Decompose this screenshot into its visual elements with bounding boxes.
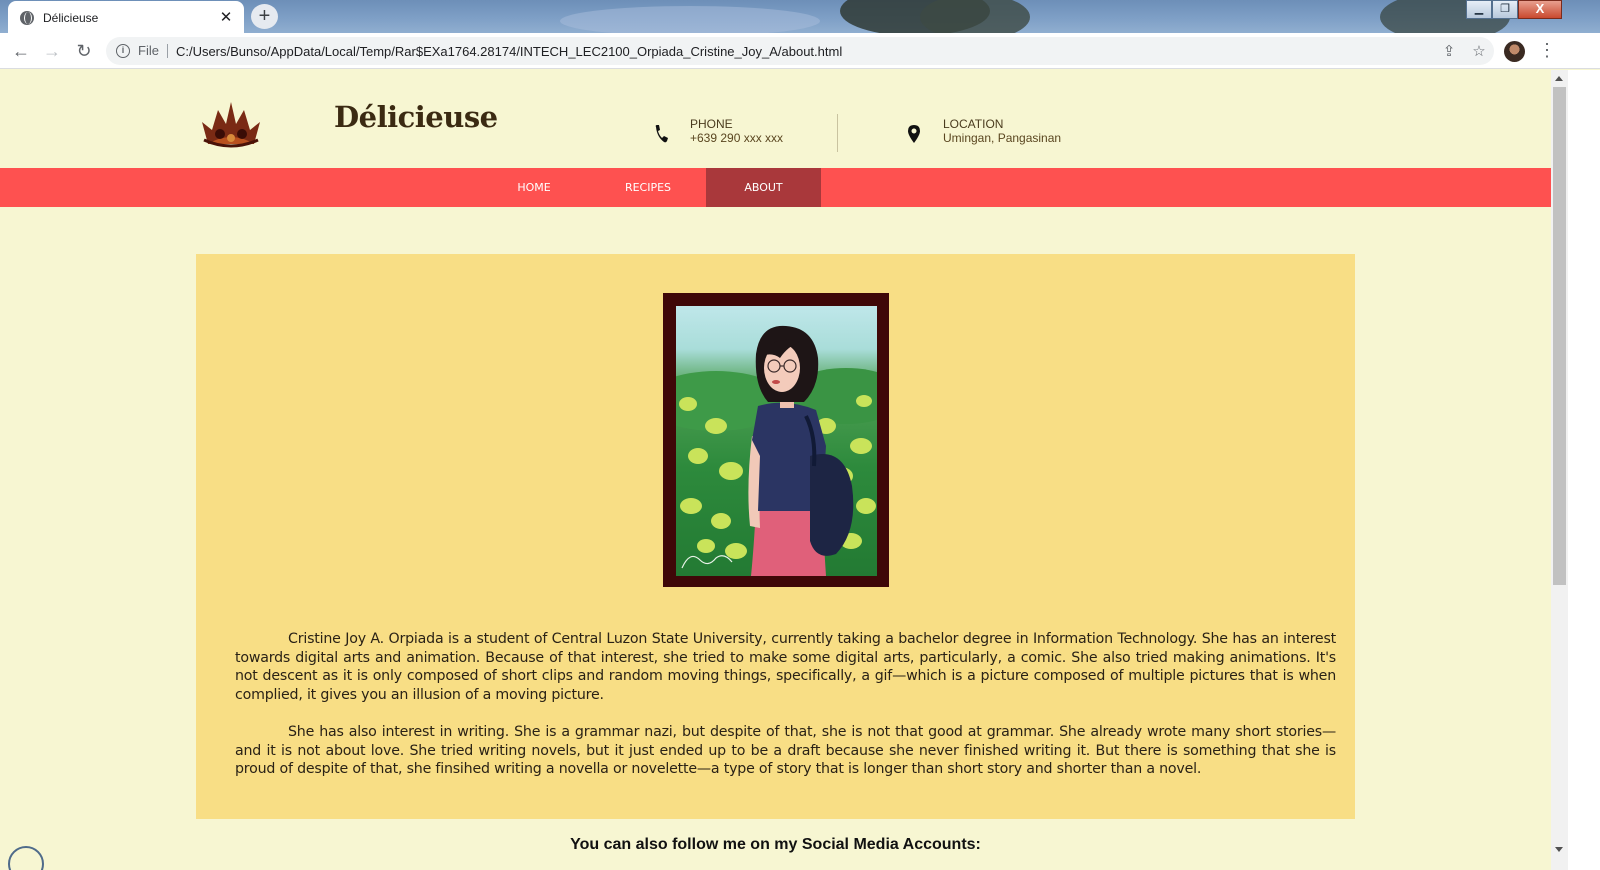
site-info-icon[interactable]: i: [116, 44, 130, 58]
profile-avatar[interactable]: [1504, 41, 1525, 62]
page-scrollbar[interactable]: [1551, 70, 1568, 870]
phone-icon: [655, 125, 668, 143]
map-pin-icon: [908, 125, 920, 143]
back-arrow-icon[interactable]: ←: [10, 40, 32, 62]
file-scheme-label: File: [138, 44, 168, 58]
browser-tab[interactable]: Délicieuse ✕: [8, 1, 244, 33]
address-bar[interactable]: i File C:/Users/Bunso/AppData/Local/Temp…: [106, 37, 1494, 65]
tab-title: Délicieuse: [43, 10, 99, 25]
bookmark-star-icon[interactable]: ☆: [1464, 42, 1494, 60]
site-brand[interactable]: Délicieuse: [334, 100, 498, 134]
header-divider: [837, 114, 838, 152]
scroll-up-arrow-icon[interactable]: [1555, 76, 1563, 81]
reload-icon[interactable]: ↻: [73, 40, 95, 62]
minimize-button[interactable]: ▁: [1466, 0, 1492, 19]
about-paragraph-2: She has also interest in writing. She is…: [235, 724, 1336, 778]
browser-titlebar: Délicieuse ✕ + ▁ ❐ X: [0, 0, 1600, 33]
portrait-frame: [663, 293, 889, 587]
portrait-illustration: [676, 306, 877, 576]
close-window-button[interactable]: X: [1518, 0, 1562, 19]
crown-logo: [202, 102, 260, 148]
phone-label: PHONE: [690, 117, 733, 131]
window-controls: ▁ ❐ X: [1466, 0, 1562, 19]
url-text[interactable]: C:/Users/Bunso/AppData/Local/Temp/Rar$EX…: [176, 44, 1434, 59]
new-tab-button[interactable]: +: [251, 4, 278, 29]
globe-icon: [20, 10, 34, 25]
desktop-edge: [1568, 70, 1600, 870]
nav-recipes[interactable]: RECIPES: [607, 168, 689, 207]
browser-toolbar: ← → ↻ i File C:/Users/Bunso/AppData/Loca…: [0, 33, 1600, 69]
scrollbar-thumb[interactable]: [1553, 87, 1566, 585]
forward-arrow-icon[interactable]: →: [41, 40, 63, 62]
nav-home[interactable]: HOME: [494, 168, 574, 207]
scroll-down-arrow-icon[interactable]: [1555, 847, 1563, 852]
phone-contact: PHONE +639 290 xxx xxx: [654, 118, 783, 145]
tab-close-icon[interactable]: ✕: [218, 9, 234, 26]
wallpaper-tree: [920, 0, 1030, 33]
about-panel: Cristine Joy A. Orpiada is a student of …: [196, 254, 1355, 819]
phone-value: +639 290 xxx xxx: [690, 131, 784, 145]
share-icon[interactable]: ⇪: [1434, 42, 1464, 60]
about-paragraph-1: Cristine Joy A. Orpiada is a student of …: [235, 631, 1336, 703]
location-contact: LOCATION Umingan, Pangasinan: [907, 118, 1061, 145]
main-nav: HOME RECIPES ABOUT: [0, 168, 1551, 207]
page-viewport: Délicieuse PHONE +639 290 xxx xxx LOCATI…: [0, 70, 1551, 870]
location-label: LOCATION: [943, 117, 1004, 131]
menu-kebab-icon[interactable]: ⋮: [1538, 39, 1556, 63]
social-media-heading: You can also follow me on my Social Medi…: [570, 836, 981, 853]
nav-about[interactable]: ABOUT: [706, 168, 821, 207]
location-value: Umingan, Pangasinan: [943, 131, 1062, 145]
maximize-button[interactable]: ❐: [1492, 0, 1518, 19]
wallpaper-cloud: [560, 6, 820, 33]
